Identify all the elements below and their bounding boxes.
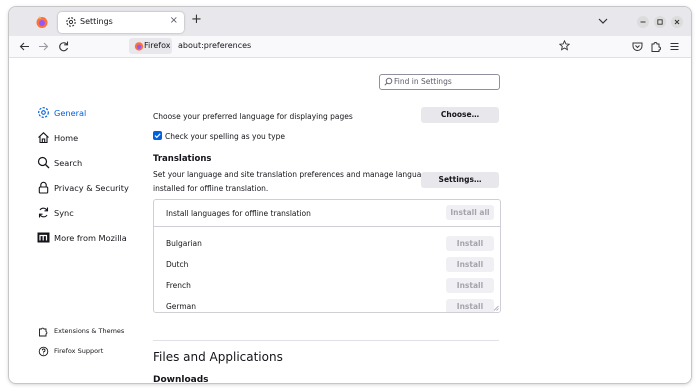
url-text[interactable]: about:preferences <box>178 41 251 50</box>
sidebar-footer-label: Extensions & Themes <box>54 327 125 335</box>
new-tab-button[interactable]: + <box>191 12 202 27</box>
offline-languages-list: Install languages for offline translatio… <box>153 199 501 313</box>
search-icon <box>384 77 393 86</box>
language-name: French <box>166 281 191 290</box>
spell-check-label[interactable]: Check your spelling as you type <box>165 132 285 141</box>
sidebar-item-label: Privacy & Security <box>54 183 129 193</box>
spell-check-checkbox[interactable] <box>153 131 162 140</box>
mozilla-icon <box>37 232 50 243</box>
sidebar-item-label: Home <box>54 133 79 143</box>
tab-close-icon[interactable]: × <box>170 15 178 26</box>
resize-grip-icon[interactable] <box>493 305 499 311</box>
url-bar[interactable]: Firefox about:preferences <box>129 38 575 54</box>
search-placeholder: Find in Settings <box>394 77 452 86</box>
language-name: German <box>166 302 197 311</box>
sidebar-item-label: Search <box>54 158 83 168</box>
preferences-page: Find in Settings General Home Search Pri… <box>9 58 691 383</box>
maximize-icon <box>657 19 663 25</box>
translation-settings-button[interactable]: Settings… <box>421 172 499 188</box>
list-header: Install languages for offline translatio… <box>154 200 500 227</box>
identity-box[interactable]: Firefox <box>129 38 172 54</box>
help-icon <box>38 346 49 357</box>
tab-settings[interactable]: Settings × <box>58 12 184 33</box>
checkmark-icon <box>154 133 161 139</box>
minimize-button[interactable] <box>637 16 649 28</box>
tab-title: Settings <box>80 17 113 26</box>
firefox-logo-icon <box>134 42 144 51</box>
section-divider <box>153 340 499 341</box>
sidebar-item-label: More from Mozilla <box>54 233 127 243</box>
install-button[interactable]: Install <box>446 257 494 272</box>
maximize-button[interactable] <box>654 16 666 28</box>
menu-icon[interactable] <box>668 40 681 53</box>
close-icon <box>674 19 680 25</box>
chevron-down-icon[interactable] <box>597 15 609 27</box>
forward-arrow-icon[interactable] <box>37 40 50 53</box>
extensions-icon[interactable] <box>649 40 662 53</box>
install-button[interactable]: Install <box>446 236 494 251</box>
identity-label: Firefox <box>144 41 171 50</box>
navigation-toolbar: Firefox about:preferences <box>9 36 691 58</box>
downloads-heading: Downloads <box>153 375 209 383</box>
translations-description: Set your language and site translation p… <box>153 170 435 179</box>
minimize-icon <box>640 21 646 23</box>
translations-description-2: installed for offline translation. <box>153 184 269 193</box>
list-item: French Install <box>154 275 500 296</box>
install-button[interactable]: Install <box>446 278 494 293</box>
gear-icon <box>66 17 76 27</box>
sidebar-footer-label: Firefox Support <box>54 347 104 355</box>
browser-window: Settings × + Firefox about:preferences F… <box>9 7 691 383</box>
choose-language-button[interactable]: Choose… <box>421 107 499 123</box>
tab-strip: Settings × + <box>9 7 691 36</box>
home-icon <box>38 132 49 144</box>
gear-icon <box>38 107 49 118</box>
list-item: German Install <box>154 296 500 312</box>
bookmark-star-icon[interactable] <box>559 40 570 51</box>
back-arrow-icon[interactable] <box>18 40 31 53</box>
search-icon <box>37 156 50 169</box>
search-input[interactable]: Find in Settings <box>379 74 500 90</box>
reload-icon[interactable] <box>57 40 70 53</box>
language-name: Dutch <box>166 260 189 269</box>
files-applications-heading: Files and Applications <box>153 350 283 364</box>
lock-icon <box>38 181 49 194</box>
close-window-button[interactable] <box>671 16 683 28</box>
language-name: Bulgarian <box>166 239 202 248</box>
language-description: Choose your preferred language for displ… <box>153 112 353 121</box>
sidebar-item-label: General <box>54 108 87 118</box>
sync-icon <box>38 207 49 218</box>
install-button[interactable]: Install <box>446 299 494 312</box>
list-item: Bulgarian Install <box>154 233 500 254</box>
translations-heading: Translations <box>153 154 212 164</box>
pocket-icon[interactable] <box>631 40 644 53</box>
puzzle-icon <box>39 327 48 337</box>
list-item: Dutch Install <box>154 254 500 275</box>
install-header-text: Install languages for offline translatio… <box>166 209 311 218</box>
install-all-button[interactable]: Install all <box>446 205 494 220</box>
sidebar-item-label: Sync <box>54 208 74 218</box>
firefox-view-icon[interactable] <box>35 15 49 29</box>
